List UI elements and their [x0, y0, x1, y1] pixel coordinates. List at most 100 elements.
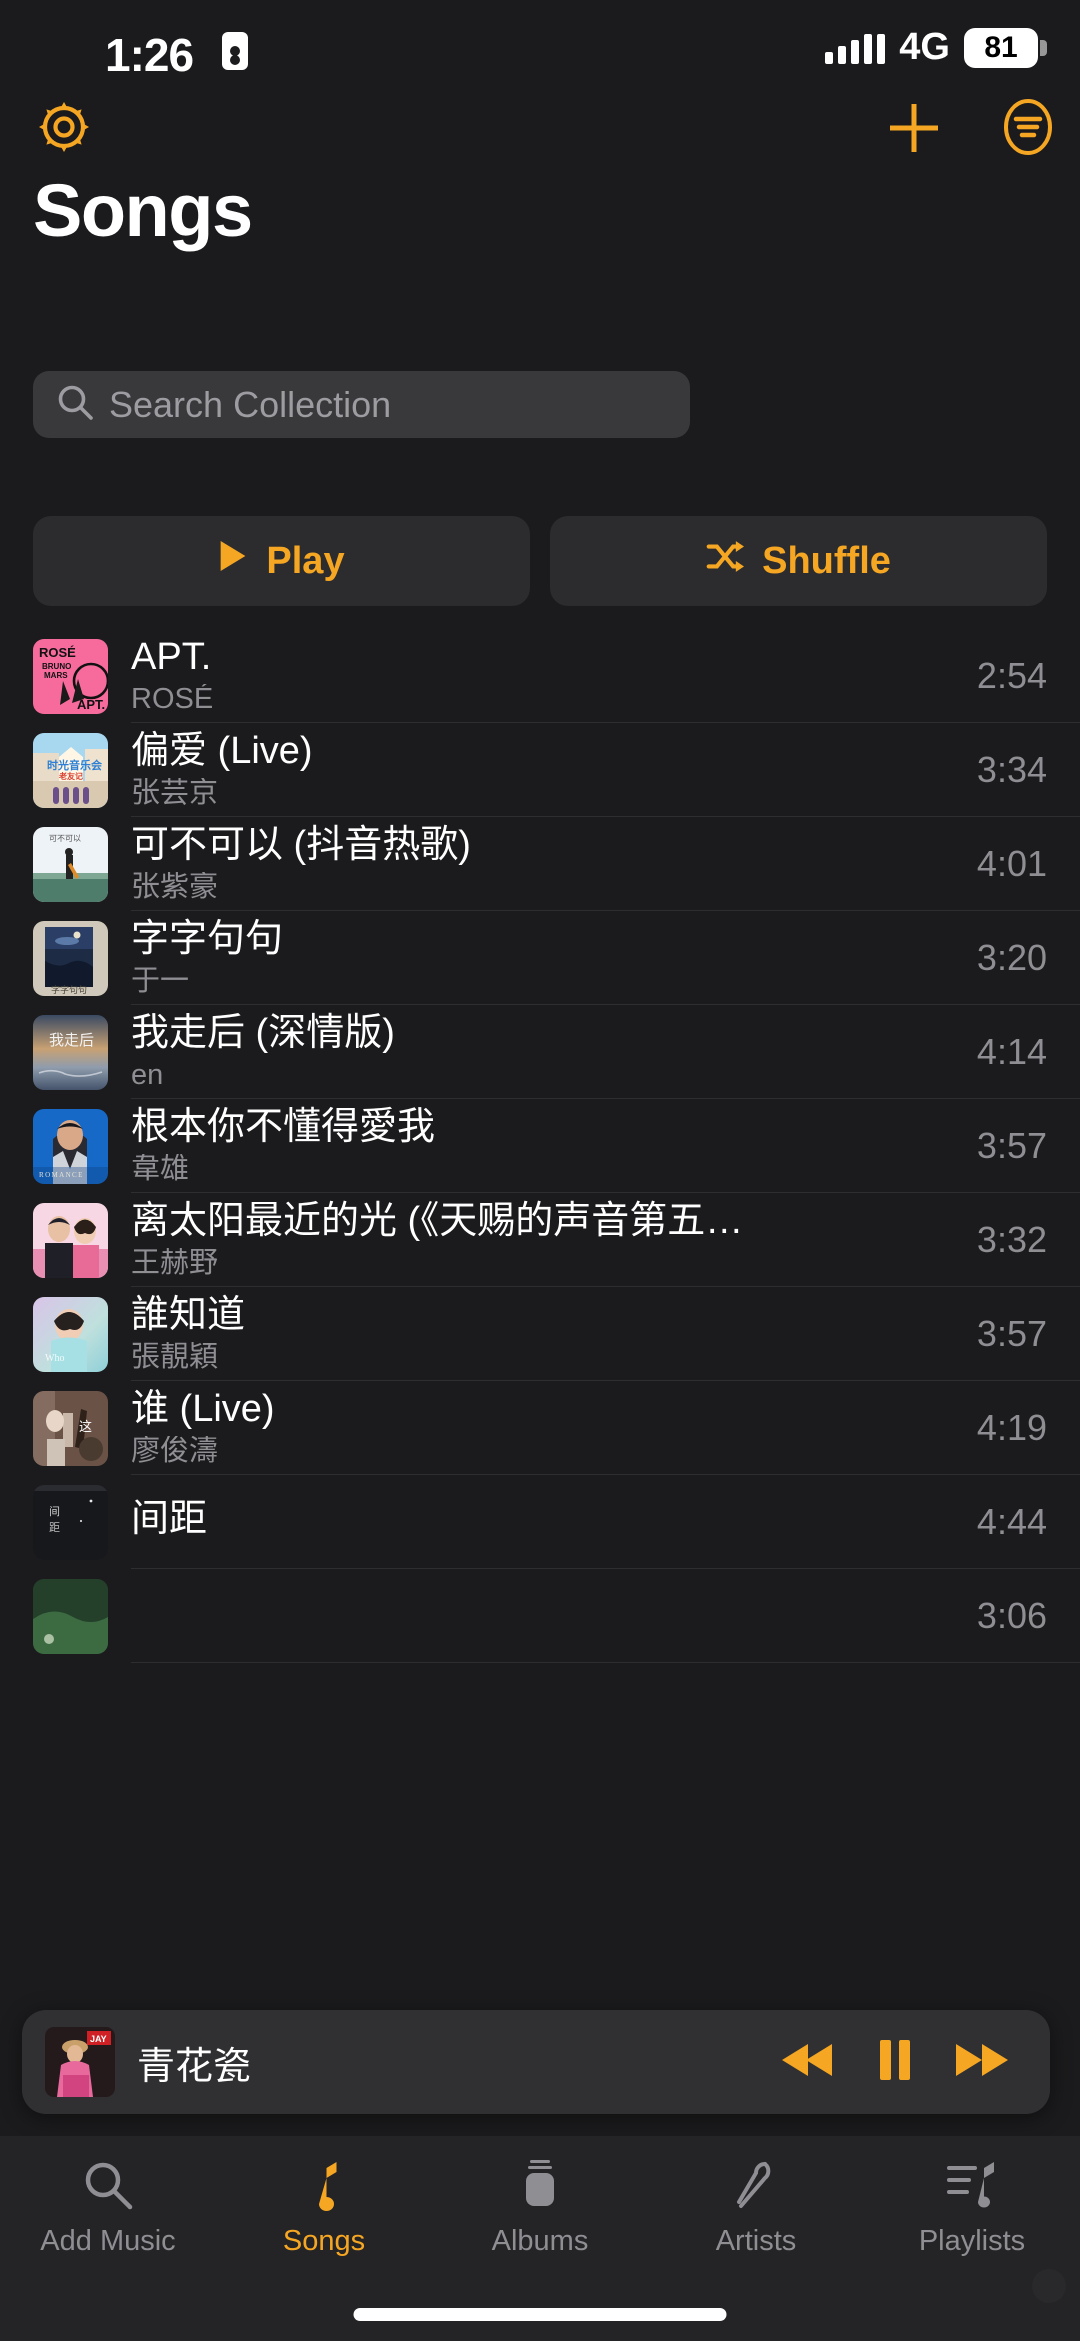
song-artist: 張靚穎 — [131, 1342, 219, 1374]
gear-icon[interactable] — [33, 96, 95, 158]
tab-artists[interactable]: Artists — [648, 2158, 864, 2258]
song-title: 间距 — [131, 1497, 208, 1540]
page-title: Songs — [33, 169, 253, 252]
nav-toolbar — [0, 96, 1080, 162]
sort-list-circle-icon[interactable] — [998, 97, 1058, 157]
song-artist: 王赫野 — [131, 1248, 219, 1280]
album-art: 我走后 — [33, 1014, 108, 1090]
play-triangle-icon — [218, 539, 248, 583]
song-list[interactable]: ROSÉ BRUNO MARS APT. APT. ROSÉ 2:54 时光音乐… — [0, 629, 1080, 2054]
song-artist: 张芸京 — [131, 778, 219, 810]
svg-text:JAY: JAY — [90, 2034, 107, 2044]
table-row[interactable]: 3:06 — [0, 1569, 1080, 1663]
svg-text:老友记: 老友记 — [58, 771, 83, 781]
table-row[interactable]: ROMANCE 根本你不懂得愛我 韋雄 3:57 — [0, 1099, 1080, 1193]
song-title: 字字句句 — [131, 917, 284, 960]
album-art: 字字句句 — [33, 920, 108, 996]
song-meta: APT. ROSÉ — [131, 629, 1080, 723]
tab-albums[interactable]: Albums — [432, 2158, 648, 2258]
song-meta: 根本你不懂得愛我 韋雄 — [131, 1099, 1080, 1193]
app-screen: 1:26 4G 81 Songs Search Collection Play … — [0, 0, 1080, 2341]
song-duration: 4:44 — [976, 1501, 1047, 1542]
svg-text:Who: Who — [45, 1353, 64, 1364]
svg-text:可不可以: 可不可以 — [49, 834, 81, 843]
album-art: ROSÉ BRUNO MARS APT. — [33, 638, 108, 714]
song-artist: 廖俊濤 — [131, 1436, 219, 1468]
table-row[interactable]: 我走后 我走后 (深情版) en 4:14 — [0, 1005, 1080, 1099]
svg-text:MARS: MARS — [44, 671, 68, 680]
song-meta: 我走后 (深情版) en — [131, 1005, 1080, 1099]
tab-label: Songs — [282, 2225, 366, 2257]
song-artist: 韋雄 — [131, 1154, 190, 1186]
svg-text:ROMANCE: ROMANCE — [39, 1171, 84, 1179]
tab-playlists[interactable]: Playlists — [864, 2158, 1080, 2258]
song-meta: 字字句句 于一 — [131, 911, 1080, 1005]
song-duration: 4:14 — [976, 1031, 1047, 1072]
plus-icon[interactable] — [885, 99, 943, 157]
table-row[interactable]: 离太阳最近的光 (《天赐的声音第五季》… 王赫野 3:32 — [0, 1193, 1080, 1287]
battery-icon: 81 — [964, 27, 1047, 68]
album-art: ROMANCE — [33, 1108, 108, 1184]
status-bar: 1:26 4G 81 — [0, 0, 1080, 105]
rewind-icon[interactable] — [780, 2040, 836, 2085]
playback-actions: Play Shuffle — [33, 516, 1047, 606]
table-row[interactable]: 这 谁 (Live) 廖俊濤 4:19 — [0, 1381, 1080, 1475]
status-bar-right: 4G 81 — [825, 26, 1047, 69]
svg-text:APT.: APT. — [77, 697, 105, 712]
album-art: 间 距 — [33, 1484, 108, 1560]
tab-label: Playlists — [918, 2225, 1026, 2257]
tab-add-music[interactable]: Add Music — [0, 2158, 216, 2258]
mini-player-album-art: JAY — [45, 2027, 115, 2097]
svg-text:ROSÉ: ROSÉ — [39, 645, 76, 660]
table-row[interactable]: Who 誰知道 張靚穎 3:57 — [0, 1287, 1080, 1381]
status-bar-time: 1:26 — [105, 29, 194, 81]
table-row[interactable]: 字字句句 字字句句 于一 3:20 — [0, 911, 1080, 1005]
tab-bar: Add Music Songs Albums Artists Playlists — [0, 2136, 1080, 2341]
search-placeholder: Search Collection — [109, 383, 392, 425]
album-art — [33, 1202, 108, 1278]
pause-icon[interactable] — [878, 2039, 912, 2086]
album-art — [33, 1578, 108, 1654]
search-input[interactable]: Search Collection — [33, 371, 690, 438]
song-title: 誰知道 — [131, 1293, 246, 1336]
shuffle-icon — [706, 540, 745, 583]
watermark-badge — [1032, 2269, 1066, 2303]
table-row[interactable]: 可不可以 可不可以 (抖音热歌) 张紫豪 4:01 — [0, 817, 1080, 911]
song-meta: 间距 — [131, 1475, 1080, 1569]
song-duration: 3:32 — [976, 1219, 1047, 1260]
album-art: 时光音乐会 老友记 — [33, 732, 108, 808]
svg-text:距: 距 — [49, 1521, 60, 1534]
song-artist: 张紫豪 — [131, 872, 219, 904]
shuffle-button[interactable]: Shuffle — [550, 516, 1047, 606]
search-icon — [81, 2158, 135, 2217]
play-button[interactable]: Play — [33, 516, 530, 606]
song-title: 离太阳最近的光 (《天赐的声音第五季》… — [131, 1199, 771, 1242]
svg-text:间: 间 — [49, 1505, 60, 1518]
song-artist: ROSÉ — [131, 684, 214, 716]
play-label: Play — [266, 539, 345, 582]
album-art: 可不可以 — [33, 826, 108, 902]
song-duration: 3:57 — [976, 1125, 1047, 1166]
song-title: 偏爱 (Live) — [131, 729, 313, 772]
fast-forward-icon[interactable] — [954, 2040, 1010, 2085]
song-meta: 誰知道 張靚穎 — [131, 1287, 1080, 1381]
song-title: APT. — [131, 635, 212, 678]
table-row[interactable]: 时光音乐会 老友记 偏爱 (Live) 张芸京 3:34 — [0, 723, 1080, 817]
song-title: 可不可以 (抖音热歌) — [131, 823, 471, 866]
song-title: 我走后 (深情版) — [131, 1011, 395, 1054]
song-duration: 3:20 — [976, 937, 1047, 978]
table-row[interactable]: 间 距 间距 4:44 — [0, 1475, 1080, 1569]
svg-text:这: 这 — [79, 1419, 92, 1434]
search-icon — [55, 382, 95, 427]
song-title: 根本你不懂得愛我 — [131, 1105, 436, 1148]
table-row[interactable]: ROSÉ BRUNO MARS APT. APT. ROSÉ 2:54 — [0, 629, 1080, 723]
playlist-note-icon — [945, 2158, 999, 2217]
tab-songs[interactable]: Songs — [216, 2158, 432, 2258]
song-duration: 4:01 — [976, 843, 1047, 884]
music-note-icon — [297, 2158, 351, 2217]
song-artist: 于一 — [131, 966, 190, 998]
svg-text:BRUNO: BRUNO — [42, 662, 71, 671]
album-art: 这 — [33, 1390, 108, 1466]
svg-text:我走后: 我走后 — [49, 1032, 94, 1049]
mini-player[interactable]: JAY 青花瓷 — [22, 2010, 1050, 2114]
